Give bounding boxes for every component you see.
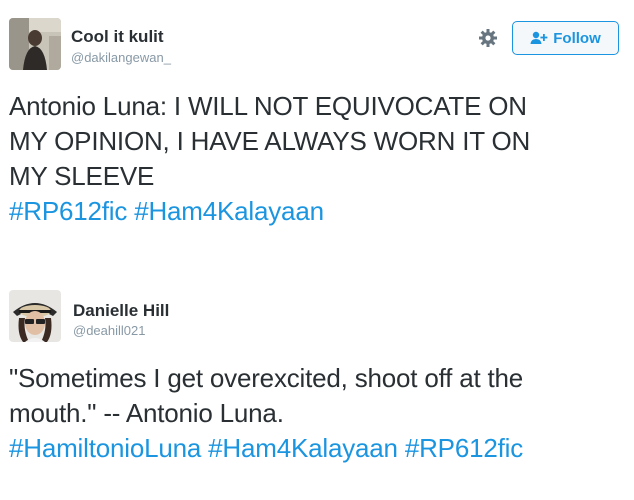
- hashtag-link[interactable]: #HamiltonioLuna: [9, 433, 201, 463]
- tweet-card: Danielle Hill @deahill021 "Sometimes I g…: [0, 270, 634, 500]
- display-name[interactable]: Danielle Hill: [73, 301, 169, 321]
- tweet-text-line: MY OPINION, I HAVE ALWAYS WORN IT ON: [9, 126, 531, 156]
- avatar[interactable]: [9, 18, 61, 70]
- display-name[interactable]: Cool it kulit: [71, 27, 164, 47]
- avatar[interactable]: [9, 290, 61, 342]
- follow-button[interactable]: Follow: [512, 21, 619, 55]
- username-handle[interactable]: @deahill021: [73, 323, 145, 338]
- tweet-text-line: MY SLEEVE: [9, 161, 155, 191]
- follow-label: Follow: [553, 29, 601, 47]
- hashtag-link[interactable]: #RP612fic: [9, 196, 127, 226]
- hashtag-link[interactable]: #RP612fic: [405, 433, 523, 463]
- hashtag-row: #RP612fic #Ham4Kalayaan: [9, 194, 624, 229]
- tweet-text-line: mouth." -- Antonio Luna.: [9, 398, 284, 428]
- tweet-text-line: Antonio Luna: I WILL NOT EQUIVOCATE ON: [9, 91, 527, 121]
- tweet-card: Cool it kulit @dakilangewan_ Follow Anto…: [0, 0, 634, 250]
- add-user-icon: [530, 31, 548, 45]
- tweet-text: "Sometimes I get overexcited, shoot off …: [9, 361, 624, 466]
- hashtag-row: #HamiltonioLuna #Ham4Kalayaan #RP612fic: [9, 431, 624, 466]
- tweet-text: Antonio Luna: I WILL NOT EQUIVOCATE ON M…: [9, 89, 624, 229]
- hashtag-link[interactable]: #Ham4Kalayaan: [134, 196, 324, 226]
- hashtag-link[interactable]: #Ham4Kalayaan: [208, 433, 398, 463]
- tweet-text-line: "Sometimes I get overexcited, shoot off …: [9, 363, 524, 393]
- gear-icon[interactable]: [477, 28, 499, 50]
- username-handle[interactable]: @dakilangewan_: [71, 50, 171, 65]
